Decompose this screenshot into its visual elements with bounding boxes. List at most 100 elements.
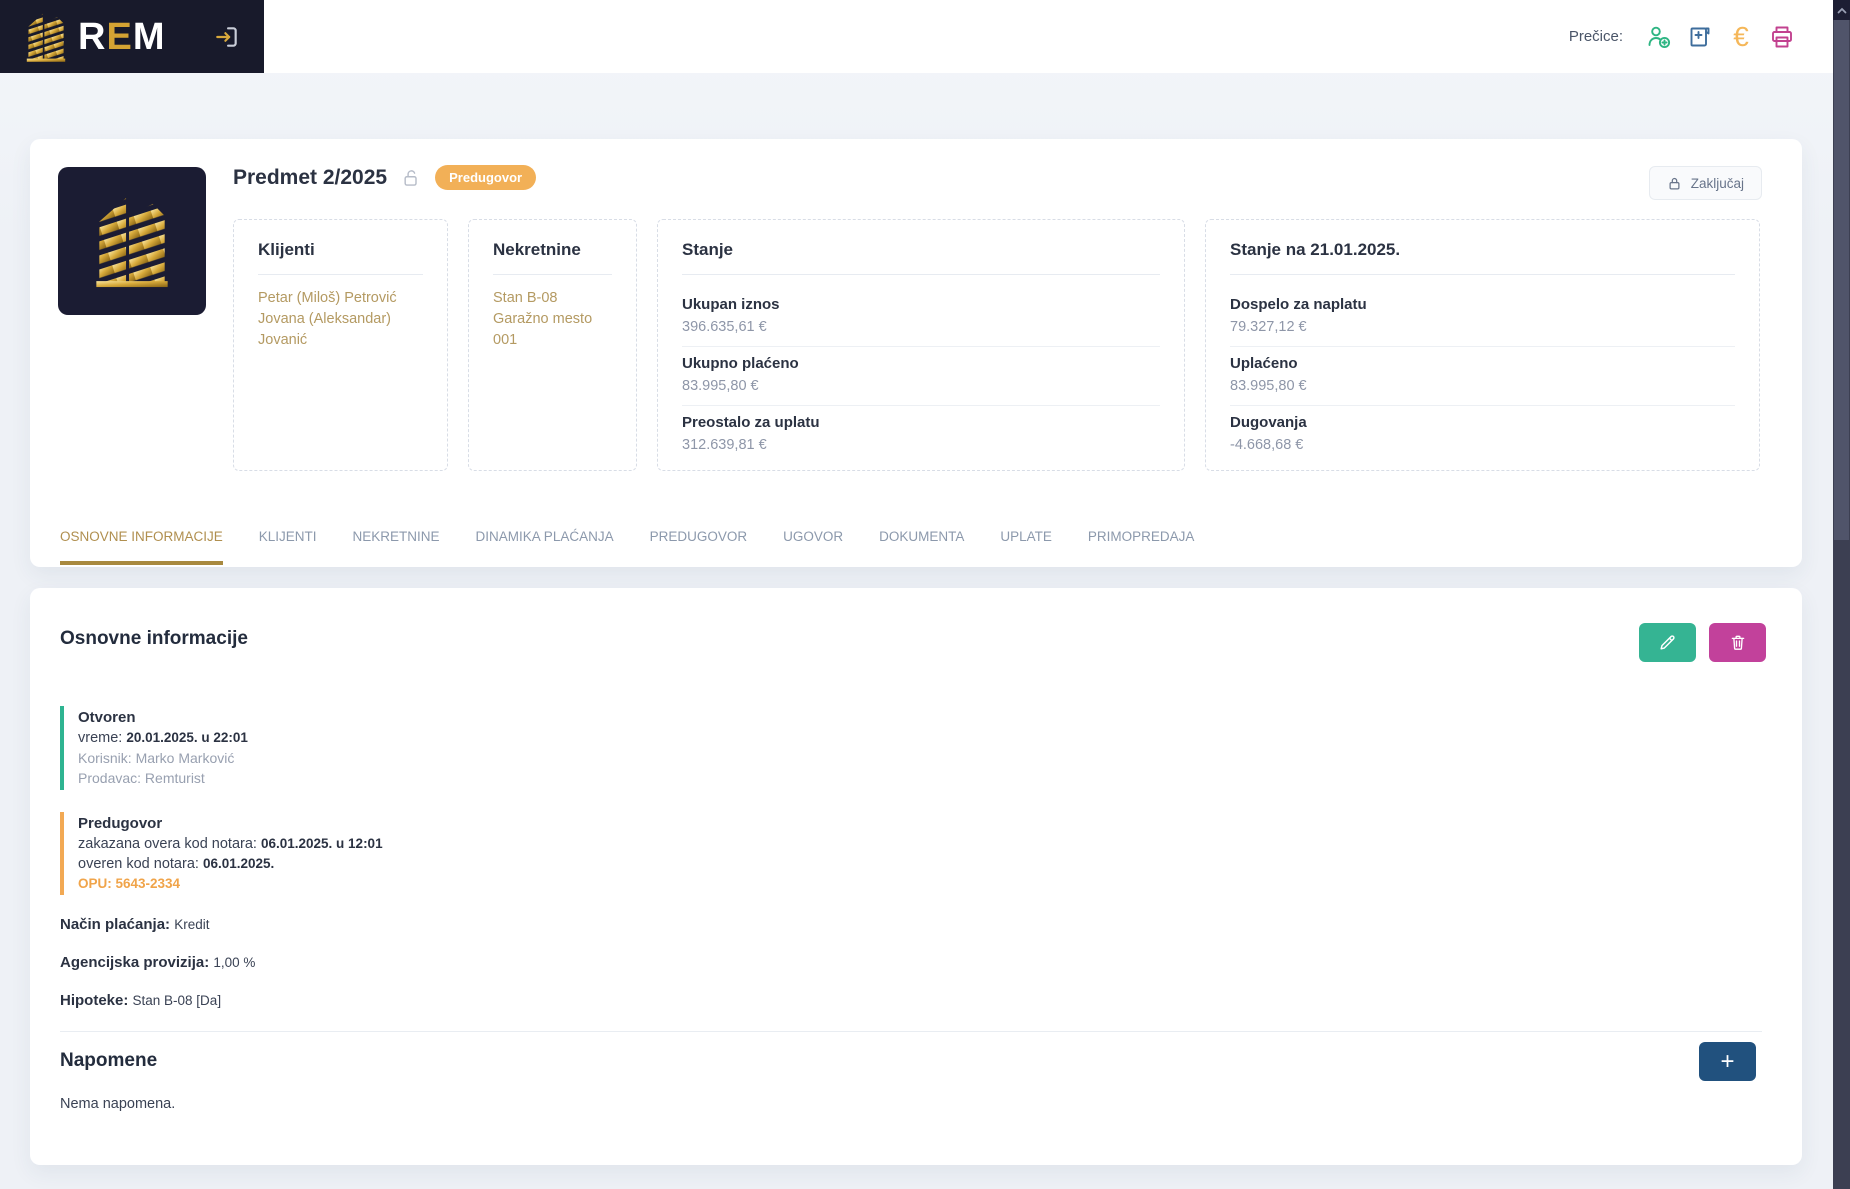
stat-label: Ukupan iznos: [682, 296, 1160, 313]
building-image-icon: [86, 189, 178, 293]
stat-value: 83.995,80 €: [682, 378, 1160, 394]
stat-value: 79.327,12 €: [1230, 319, 1735, 335]
field-hipoteke: Hipoteke: Stan B-08 [Da]: [60, 992, 1762, 1009]
stat-label: Ukupno plaćeno: [682, 355, 1160, 372]
status-title: Otvoren: [78, 708, 1762, 728]
prodavac-line: Prodavac: Remturist: [78, 768, 1762, 788]
stat-label: Dugovanja: [1230, 414, 1735, 431]
korisnik-line: Korisnik: Marko Marković: [78, 748, 1762, 768]
section-heading: Osnovne informacije: [60, 628, 1762, 650]
field-label: Način plaćanja:: [60, 916, 174, 933]
zakazana-line: zakazana overa kod notara: 06.01.2025. u…: [78, 834, 1762, 854]
property-link[interactable]: Stan B-08: [493, 288, 612, 309]
stat-row: Uplaćeno 83.995,80 €: [1230, 347, 1735, 406]
case-title-row: Predmet 2/2025 Predugovor: [233, 165, 536, 190]
stat-value: 83.995,80 €: [1230, 378, 1735, 394]
stat-label: Dospelo za naplatu: [1230, 296, 1735, 313]
euro-icon[interactable]: €: [1728, 24, 1754, 50]
lock-case-button-label: Zaključaj: [1691, 176, 1744, 191]
osnovne-content: Osnovne informacije Otvoren vreme: 20.01…: [60, 628, 1762, 1112]
tab-nekretnine[interactable]: NEKRETNINE: [353, 529, 440, 565]
tab-uplate[interactable]: UPLATE: [1000, 529, 1052, 565]
field-label: Hipoteke:: [60, 992, 133, 1009]
scrollbar-thumb[interactable]: [1834, 20, 1849, 540]
client-link[interactable]: Jovana (Aleksandar) Jovanić: [258, 309, 423, 351]
scrollbar-up-button[interactable]: [1833, 0, 1850, 20]
shortcuts-bar: Prečice: €: [1569, 0, 1795, 73]
overen-value: 06.01.2025.: [203, 856, 274, 871]
stat-row: Ukupno plaćeno 83.995,80 €: [682, 347, 1160, 406]
rem-building-logo-icon: [22, 9, 70, 65]
scrollbar-track[interactable]: [1833, 0, 1850, 1189]
section-divider: [60, 1031, 1762, 1032]
property-link[interactable]: Garažno mesto 001: [493, 309, 612, 351]
zakazana-label: zakazana overa kod notara:: [78, 836, 261, 852]
case-summary-card: Predmet 2/2025 Predugovor Zaključaj Klij…: [30, 139, 1802, 567]
panel-stanje-title: Stanje: [682, 240, 1160, 275]
panel-klijenti-title: Klijenti: [258, 240, 423, 275]
panel-klijenti: Klijenti Petar (Miloš) Petrović Jovana (…: [233, 219, 448, 471]
panel-stanje: Stanje Ukupan iznos 396.635,61 € Ukupno …: [657, 219, 1185, 471]
lock-closed-icon: [1667, 175, 1682, 192]
tab-predugovor[interactable]: PREDUGOVOR: [650, 529, 748, 565]
tab-primopredaja[interactable]: PRIMOPREDAJA: [1088, 529, 1195, 565]
vreme-value: 20.01.2025. u 22:01: [126, 730, 248, 745]
status-block-otvoren: Otvoren vreme: 20.01.2025. u 22:01 Koris…: [60, 706, 1762, 790]
lock-open-icon: [401, 167, 421, 189]
vreme-label: vreme:: [78, 730, 126, 746]
lock-case-button[interactable]: Zaključaj: [1649, 166, 1762, 200]
status-line: vreme: 20.01.2025. u 22:01: [78, 728, 1762, 748]
brand-block: REM: [0, 0, 264, 73]
tab-bar: OSNOVNE INFORMACIJE KLIJENTI NEKRETNINE …: [60, 529, 1194, 565]
status-block-predugovor: Predugovor zakazana overa kod notara: 06…: [60, 812, 1762, 895]
client-link[interactable]: Petar (Miloš) Petrović: [258, 288, 423, 309]
shortcuts-label: Prečice:: [1569, 28, 1623, 45]
panel-stanje-na-dan-title: Stanje na 21.01.2025.: [1230, 240, 1735, 275]
field-value: Stan B-08 [Da]: [133, 993, 222, 1008]
zakazana-value: 06.01.2025. u 12:01: [261, 836, 383, 851]
field-nacin-placanja: Način plaćanja: Kredit: [60, 916, 1762, 933]
panel-nekretnine: Nekretnine Stan B-08 Garažno mesto 001: [468, 219, 637, 471]
tab-klijenti[interactable]: KLIJENTI: [259, 529, 317, 565]
napomene-heading: Napomene: [60, 1050, 1762, 1072]
tab-dokumenta[interactable]: DOKUMENTA: [879, 529, 964, 565]
osnovne-informacije-card: Osnovne informacije Otvoren vreme: 20.01…: [30, 588, 1802, 1165]
stat-value: 312.639,81 €: [682, 437, 1160, 453]
field-value: 1,00 %: [213, 955, 255, 970]
napomene-empty-text: Nema napomena.: [60, 1096, 1762, 1112]
overen-line: overen kod notara: 06.01.2025.: [78, 854, 1762, 874]
add-client-icon[interactable]: [1646, 24, 1672, 50]
stat-row: Dospelo za naplatu 79.327,12 €: [1230, 288, 1735, 347]
printer-icon[interactable]: [1769, 24, 1795, 50]
overen-label: overen kod notara:: [78, 856, 203, 872]
tab-ugovor[interactable]: UGOVOR: [783, 529, 843, 565]
opu-number: OPU: 5643-2334: [78, 874, 1762, 893]
add-note-button[interactable]: +: [1699, 1042, 1756, 1081]
panel-stanje-na-dan: Stanje na 21.01.2025. Dospelo za naplatu…: [1205, 219, 1760, 471]
field-value: Kredit: [174, 917, 209, 932]
status-title: Predugovor: [78, 814, 1762, 834]
brand-text: REM: [78, 18, 165, 56]
page: REM Prečice:: [0, 0, 1850, 1189]
summary-panels: Klijenti Petar (Miloš) Petrović Jovana (…: [233, 219, 1760, 471]
case-thumbnail: [58, 167, 206, 315]
plus-icon: +: [1720, 1048, 1734, 1076]
tab-osnovne-informacije[interactable]: OSNOVNE INFORMACIJE: [60, 529, 223, 565]
stat-row: Ukupan iznos 396.635,61 €: [682, 288, 1160, 347]
stat-value: 396.635,61 €: [682, 319, 1160, 335]
stat-row: Preostalo za uplatu 312.639,81 €: [682, 406, 1160, 464]
field-label: Agencijska provizija:: [60, 954, 213, 971]
stat-row: Dugovanja -4.668,68 €: [1230, 406, 1735, 464]
panel-nekretnine-title: Nekretnine: [493, 240, 612, 275]
stat-label: Uplaćeno: [1230, 355, 1735, 372]
tab-dinamika-placanja[interactable]: DINAMIKA PLAĆANJA: [476, 529, 614, 565]
case-title: Predmet 2/2025: [233, 166, 387, 190]
logout-icon[interactable]: [214, 24, 240, 50]
field-agencijska-provizija: Agencijska provizija: 1,00 %: [60, 954, 1762, 971]
top-bar: REM Prečice:: [0, 0, 1833, 73]
stat-label: Preostalo za uplatu: [682, 414, 1160, 431]
stat-value: -4.668,68 €: [1230, 437, 1735, 453]
add-document-icon[interactable]: [1687, 24, 1713, 50]
napomene-header-row: Napomene +: [60, 1050, 1762, 1072]
status-badge: Predugovor: [435, 165, 536, 190]
